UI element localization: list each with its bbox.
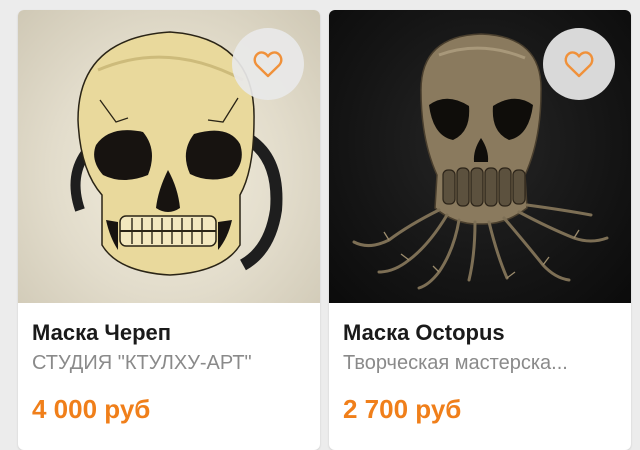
product-photo[interactable] [18, 10, 320, 303]
seller-name[interactable]: СТУДИЯ "КТУЛХУ-АРТ" [32, 352, 306, 375]
favorite-button[interactable] [543, 28, 615, 100]
product-price: 4 000 руб [32, 394, 151, 424]
product-photo[interactable] [329, 10, 631, 303]
product-card-octopus-mask[interactable]: Маска Octopus Творческая мастерска... 2 … [329, 10, 631, 450]
product-price: 2 700 руб [343, 394, 462, 424]
heart-outline-icon [253, 51, 283, 78]
product-grid: Маска Череп СТУДИЯ "КТУЛХУ-АРТ" 4 000 ру… [0, 0, 640, 450]
product-title[interactable]: Маска Octopus [343, 320, 617, 346]
heart-outline-icon [564, 51, 594, 78]
product-title[interactable]: Маска Череп [32, 320, 306, 346]
favorite-button[interactable] [232, 28, 304, 100]
product-card-skull-mask[interactable]: Маска Череп СТУДИЯ "КТУЛХУ-АРТ" 4 000 ру… [18, 10, 320, 450]
seller-name[interactable]: Творческая мастерска... [343, 352, 617, 375]
